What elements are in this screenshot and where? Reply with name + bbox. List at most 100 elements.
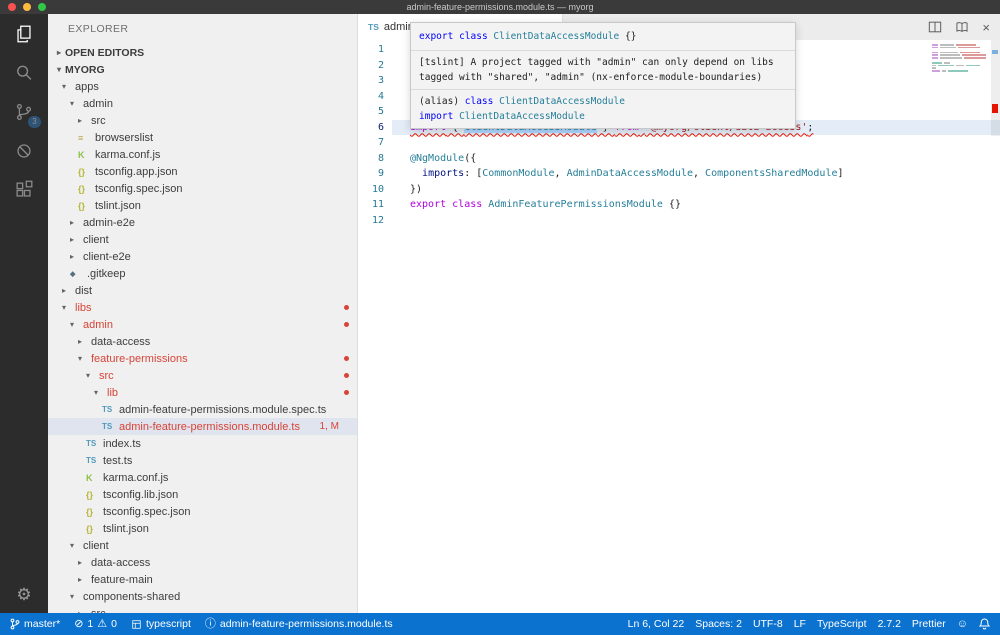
minimap-segment bbox=[956, 65, 964, 67]
explorer-icon[interactable] bbox=[0, 14, 48, 53]
split-editor-icon[interactable] bbox=[928, 20, 942, 34]
debug-icon[interactable] bbox=[0, 131, 48, 170]
line-number: 4 bbox=[358, 89, 392, 105]
line-number: 6 bbox=[358, 120, 392, 136]
open-editors-header[interactable]: ▸ OPEN EDITORS bbox=[48, 44, 357, 61]
typescript-extension[interactable]: typescript bbox=[131, 613, 191, 635]
tree-item-tsconfig.spec.json[interactable]: {}tsconfig.spec.json bbox=[48, 180, 357, 197]
tree-item-test.ts[interactable]: TStest.ts bbox=[48, 452, 357, 469]
status-text: Ln 6, Col 22 bbox=[628, 618, 685, 630]
branch-icon bbox=[10, 618, 20, 630]
minimap-segment bbox=[966, 65, 980, 67]
tree-item-apps[interactable]: ▾apps bbox=[48, 78, 357, 95]
tree-item-components-shared[interactable]: ▾components-shared bbox=[48, 588, 357, 605]
chevron-down-icon: ▾ bbox=[86, 371, 99, 380]
code-token: imports bbox=[422, 168, 464, 179]
tree-item-admin-feature-permissions.module.ts[interactable]: TSadmin-feature-permissions.module.ts1, … bbox=[48, 418, 357, 435]
tree-item-karma.conf.js[interactable]: Kkarma.conf.js bbox=[48, 146, 357, 163]
close-editor-icon[interactable]: × bbox=[982, 21, 990, 34]
git-branch[interactable]: master* bbox=[10, 613, 60, 635]
source-control-icon[interactable]: 3 bbox=[0, 92, 48, 131]
tree-item-label: tsconfig.app.json bbox=[95, 166, 178, 178]
tree-item-label: data-access bbox=[91, 336, 150, 348]
extensions-icon[interactable] bbox=[0, 170, 48, 209]
open-editors-label: OPEN EDITORS bbox=[65, 47, 144, 59]
bell-icon bbox=[979, 618, 990, 630]
line-number: 12 bbox=[358, 213, 392, 229]
tree-item-src[interactable]: ▸src bbox=[48, 112, 357, 129]
settings-gear-icon[interactable]: ⚙ bbox=[16, 586, 31, 603]
tree-item-browserslist[interactable]: ≡browserslist bbox=[48, 129, 357, 146]
minimap[interactable] bbox=[932, 44, 984, 75]
scm-badge: 3 bbox=[28, 116, 41, 128]
tree-item-tslint.json[interactable]: {}tslint.json bbox=[48, 520, 357, 537]
code-token: import bbox=[419, 111, 453, 122]
chevron-down-icon: ▾ bbox=[78, 354, 91, 363]
notifications[interactable] bbox=[979, 613, 990, 635]
tree-item-src[interactable]: ▾src bbox=[48, 367, 357, 384]
tree-item-label: libs bbox=[75, 302, 92, 314]
tree-item-lib[interactable]: ▾lib bbox=[48, 384, 357, 401]
tree-item-karma.conf.js[interactable]: Kkarma.conf.js bbox=[48, 469, 357, 486]
tree-item-client[interactable]: ▾client bbox=[48, 537, 357, 554]
tree-item-client-e2e[interactable]: ▸client-e2e bbox=[48, 248, 357, 265]
active-file-info[interactable]: ⓘadmin-feature-permissions.module.ts bbox=[205, 613, 393, 635]
tree-item-tsconfig.lib.json[interactable]: {}tsconfig.lib.json bbox=[48, 486, 357, 503]
minimap-line bbox=[932, 47, 984, 49]
zoom-window-button[interactable] bbox=[38, 3, 46, 11]
project-header[interactable]: ▾ MYORG bbox=[48, 61, 357, 78]
chevron-down-icon: ▾ bbox=[70, 541, 83, 550]
titlebar: admin-feature-permissions.module.ts — my… bbox=[0, 0, 1000, 14]
tree-item-index.ts[interactable]: TSindex.ts bbox=[48, 435, 357, 452]
tree-item-tsconfig.app.json[interactable]: {}tsconfig.app.json bbox=[48, 163, 357, 180]
minimap-segment bbox=[932, 44, 938, 46]
encoding[interactable]: UTF-8 bbox=[753, 613, 783, 635]
minimap-segment bbox=[964, 57, 986, 59]
tree-item-admin[interactable]: ▾admin bbox=[48, 316, 357, 333]
tree-item-tsconfig.spec.json[interactable]: {}tsconfig.spec.json bbox=[48, 503, 357, 520]
tree-item-admin[interactable]: ▾admin bbox=[48, 95, 357, 112]
tree-item-src[interactable]: ▸src bbox=[48, 605, 357, 613]
tree-item-admin-feature-permissions.module.spec.ts[interactable]: TSadmin-feature-permissions.module.spec.… bbox=[48, 401, 357, 418]
json-file-icon: {} bbox=[78, 201, 95, 211]
scrollbar[interactable] bbox=[991, 40, 1000, 136]
search-icon[interactable] bbox=[0, 53, 48, 92]
tree-item-.gitkeep[interactable]: ◆.gitkeep bbox=[48, 265, 357, 282]
tree-item-label: src bbox=[99, 370, 114, 382]
code-token: {} bbox=[619, 31, 636, 42]
tree-item-label: browserslist bbox=[95, 132, 153, 144]
tree-item-tslint.json[interactable]: {}tslint.json bbox=[48, 197, 357, 214]
json-file-icon: {} bbox=[86, 490, 103, 500]
code-token: ClientDataAccessModule bbox=[499, 96, 625, 107]
close-window-button[interactable] bbox=[8, 3, 16, 11]
file-tree: ▾apps▾admin▸src≡browserslistKkarma.conf.… bbox=[48, 78, 357, 613]
package-icon bbox=[131, 619, 142, 630]
tree-item-data-access[interactable]: ▸data-access bbox=[48, 333, 357, 350]
modified-dot bbox=[344, 356, 349, 361]
code-token: , bbox=[693, 168, 705, 179]
status-text: 0 bbox=[111, 618, 117, 630]
tree-item-client[interactable]: ▸client bbox=[48, 231, 357, 248]
minimize-window-button[interactable] bbox=[23, 3, 31, 11]
tree-item-admin-e2e[interactable]: ▸admin-e2e bbox=[48, 214, 357, 231]
typescript-version[interactable]: 2.7.2 bbox=[878, 613, 901, 635]
tree-item-label: karma.conf.js bbox=[95, 149, 160, 161]
tree-item-dist[interactable]: ▸dist bbox=[48, 282, 357, 299]
language-mode[interactable]: TypeScript bbox=[817, 613, 867, 635]
minimap-segment bbox=[932, 67, 936, 69]
indentation[interactable]: Spaces: 2 bbox=[695, 613, 742, 635]
tree-item-feature-main[interactable]: ▸feature-main bbox=[48, 571, 357, 588]
formatter[interactable]: Prettier bbox=[912, 613, 946, 635]
cursor-position[interactable]: Ln 6, Col 22 bbox=[628, 613, 685, 635]
open-changes-icon[interactable] bbox=[955, 20, 969, 34]
line-ending[interactable]: LF bbox=[794, 613, 806, 635]
code-token: }) bbox=[410, 184, 422, 195]
chevron-down-icon: ▾ bbox=[62, 303, 75, 312]
feedback[interactable]: ☺ bbox=[957, 613, 968, 635]
tree-item-feature-permissions[interactable]: ▾feature-permissions bbox=[48, 350, 357, 367]
status-text: 1 bbox=[87, 618, 93, 630]
problems[interactable]: ⊘1⚠0 bbox=[74, 613, 117, 635]
tree-item-libs[interactable]: ▾libs bbox=[48, 299, 357, 316]
tree-item-label: admin-feature-permissions.module.spec.ts bbox=[119, 404, 326, 416]
tree-item-data-access[interactable]: ▸data-access bbox=[48, 554, 357, 571]
